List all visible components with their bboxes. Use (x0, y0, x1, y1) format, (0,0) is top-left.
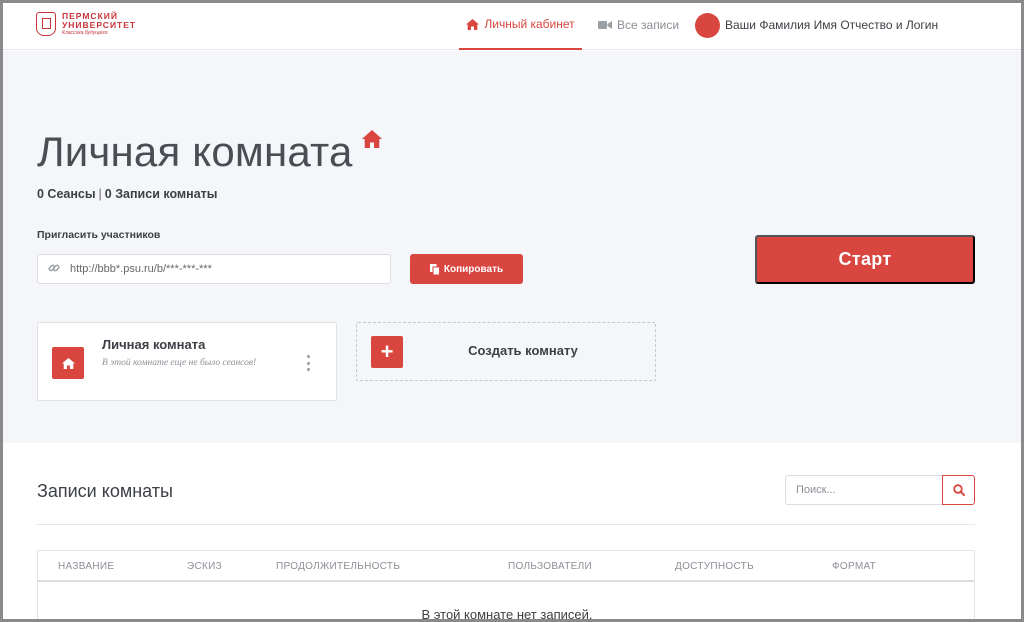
top-navbar: ПЕРМСКИЙ УНИВЕРСИТЕТ Классика будущего Л… (0, 0, 1024, 50)
invite-label: Пригласить участников (37, 229, 161, 241)
invite-url-field[interactable]: http://bbb*.psu.ru/b/***-***-*** (37, 254, 391, 284)
records-search (785, 475, 975, 505)
recordings-count: 0 Записи комнаты (104, 187, 218, 201)
university-logo[interactable]: ПЕРМСКИЙ УНИВЕРСИТЕТ Классика будущего (36, 12, 136, 36)
home-icon (52, 347, 84, 379)
nav-user-menu[interactable]: Ваши Фамилия Имя Отчество и Логин (695, 0, 938, 50)
column-header-duration[interactable]: Продолжительность (276, 561, 400, 572)
search-button[interactable] (942, 475, 975, 505)
copy-button-label: Копировать (443, 263, 504, 275)
nav-all-records[interactable]: Все записи (598, 0, 679, 50)
page-title: Личная комната (37, 128, 353, 175)
column-header-format[interactable]: Формат (832, 561, 876, 572)
avatar (695, 12, 720, 38)
copy-button[interactable]: Копировать (410, 254, 523, 284)
records-section-title: Записи комнаты (37, 481, 173, 501)
room-card-name: Личная комната (102, 337, 206, 352)
empty-records-message: В этой комнате нет записей. (421, 607, 593, 622)
logo-line-2: УНИВЕРСИТЕТ (62, 19, 137, 30)
column-header-thumbnail[interactable]: Эскиз (187, 561, 222, 572)
home-icon (362, 130, 382, 148)
column-header-visibility[interactable]: Доступность (675, 561, 754, 572)
create-room-label: Создать комнату (468, 343, 578, 358)
copy-icon (429, 263, 440, 275)
room-card[interactable]: Личная комната В этой комнате еще не был… (37, 322, 337, 401)
kebab-menu-icon[interactable] (304, 355, 312, 371)
search-icon (952, 484, 965, 496)
column-header-name[interactable]: Название (58, 561, 114, 572)
nav-all-records-label: Все записи (617, 18, 680, 32)
logo-crest-icon (36, 12, 56, 36)
nav-personal-account[interactable]: Личный кабинет (459, 0, 582, 50)
room-stats: 0 Сеансы | 0 Записи комнаты (37, 187, 217, 201)
stats-separator: | (98, 187, 102, 201)
create-room-button[interactable]: + Создать комнату (356, 322, 656, 381)
table-header: Название Эскиз Продолжительность Пользов… (38, 551, 974, 582)
search-input[interactable] (785, 475, 942, 505)
column-header-users[interactable]: Пользователи (508, 561, 592, 572)
link-icon (38, 262, 70, 277)
video-camera-icon (598, 21, 612, 29)
invite-url-value: http://bbb*.psu.ru/b/***-***-*** (70, 263, 212, 275)
nav-personal-account-label: Личный кабинет (484, 17, 575, 31)
logo-tagline: Классика будущего (62, 30, 108, 36)
section-divider (37, 524, 975, 525)
sessions-count: 0 Сеансы (37, 187, 96, 201)
records-table: Название Эскиз Продолжительность Пользов… (37, 550, 975, 622)
home-icon (466, 18, 480, 30)
start-button[interactable]: Старт (755, 235, 975, 284)
user-name-label: Ваши Фамилия Имя Отчество и Логин (725, 18, 939, 32)
room-card-description: В этой комнате еще не было сеансов! (102, 358, 257, 368)
